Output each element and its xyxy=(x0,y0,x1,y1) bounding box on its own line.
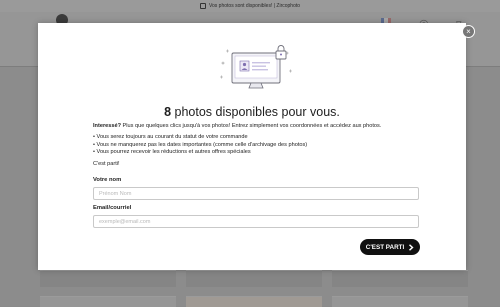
modal-title: 8 photos disponibles pour vous. xyxy=(38,105,466,119)
list-item: Vous ne manquerez pas les dates importan… xyxy=(93,142,308,150)
cta-text: C'est parti! xyxy=(93,161,120,167)
photo-tile xyxy=(332,296,468,307)
locked-computer-icon xyxy=(220,45,292,89)
submit-label: C'EST PARTI xyxy=(365,243,405,251)
submit-button[interactable]: C'EST PARTI xyxy=(360,239,420,255)
photo-count: 8 xyxy=(164,105,172,119)
intro-text: Interessé? Plus que quelques clics jusqu… xyxy=(93,123,423,129)
intro-rest: Plus que quelques clics jusqu'à vos phot… xyxy=(120,123,382,129)
name-input[interactable] xyxy=(93,187,419,200)
photo-tile xyxy=(40,296,176,307)
close-icon: × xyxy=(466,27,471,36)
email-label: Email/courriel xyxy=(93,205,132,211)
photo-tile xyxy=(186,270,322,287)
photo-icon xyxy=(199,3,206,9)
top-banner: Vos photos sont disponibles! | Zircophot… xyxy=(0,0,500,12)
title-text: photos disponibles pour vous. xyxy=(171,105,340,119)
chevron-right-icon xyxy=(409,243,414,251)
list-item: Vous serez toujours au courant du statut… xyxy=(93,134,307,142)
benefits-list: Vous serez toujours au courant du statut… xyxy=(93,134,308,157)
intro-bold: Interessé? xyxy=(93,123,121,129)
close-button[interactable]: × xyxy=(462,25,475,38)
name-label: Votre nom xyxy=(93,177,122,183)
banner-text: Vos photos sont disponibles! | Zircophot… xyxy=(208,3,301,9)
list-item: Vous pourrez recevoir les réductions et … xyxy=(93,149,307,157)
photo-tile xyxy=(332,270,468,287)
email-input[interactable] xyxy=(93,215,419,228)
photo-tile xyxy=(186,296,322,307)
photo-tile xyxy=(40,270,176,287)
